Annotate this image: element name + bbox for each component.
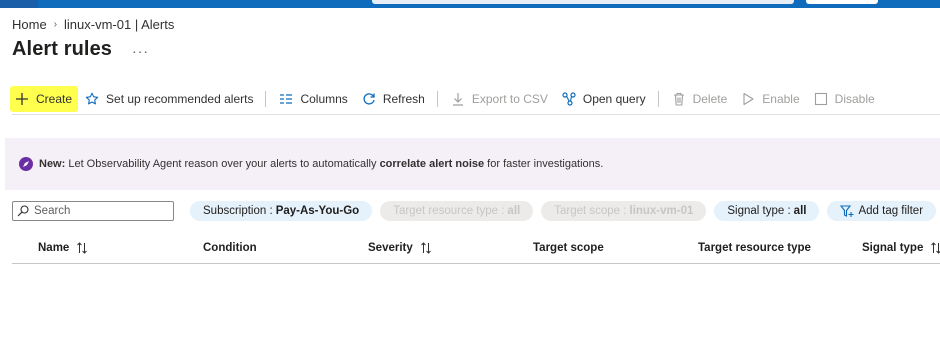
banner-text-1: Let Observability Agent reason over your… <box>65 158 380 170</box>
enable-button[interactable]: Enable <box>740 86 800 112</box>
resource-type-filter-label: Target resource type : <box>393 205 505 217</box>
search-placeholder: Search <box>34 205 71 217</box>
toolbar-divider <box>265 91 267 107</box>
resource-type-filter[interactable]: Target resource type : all <box>380 201 534 221</box>
open-query-button[interactable]: Open query <box>561 86 646 112</box>
create-label: Create <box>36 92 73 106</box>
open-query-label: Open query <box>582 92 646 106</box>
trash-icon <box>671 91 687 107</box>
column-header-label: Severity <box>368 242 413 254</box>
portal-search-bar[interactable] <box>372 0 794 4</box>
chevron-right-icon: › <box>53 19 58 30</box>
subscription-filter-value: Pay-As-You-Go <box>275 205 360 217</box>
search-input[interactable]: Search <box>12 201 174 221</box>
toolbar-divider <box>657 91 659 107</box>
toolbar-divider <box>436 91 438 107</box>
column-header-signal-type[interactable]: Signal type <box>862 242 940 254</box>
command-bar: Create Set up recommended alerts Columns… <box>10 86 875 112</box>
stop-icon <box>813 91 829 107</box>
more-options-icon[interactable]: ··· <box>132 43 149 59</box>
table-header: Name Condition Severity Target scope Tar… <box>12 238 940 262</box>
sort-icon[interactable] <box>420 242 432 254</box>
search-icon <box>17 205 29 217</box>
table-header-divider <box>12 263 940 264</box>
columns-label: Columns <box>300 92 348 106</box>
signal-type-filter-label: Signal type : <box>727 205 791 217</box>
column-header-label: Target resource type <box>698 242 811 254</box>
disable-label: Disable <box>834 92 875 106</box>
columns-button[interactable]: Columns <box>278 86 348 112</box>
column-header-name[interactable]: Name <box>38 242 88 254</box>
portal-top-button[interactable] <box>806 0 878 4</box>
refresh-button[interactable]: Refresh <box>361 86 425 112</box>
signal-type-filter[interactable]: Signal type : all <box>714 201 820 221</box>
banner-lead: New: <box>39 158 66 170</box>
delete-button[interactable]: Delete <box>671 86 728 112</box>
query-icon <box>561 91 577 107</box>
download-icon <box>450 91 466 107</box>
column-header-label: Condition <box>203 242 257 254</box>
banner-bold[interactable]: correlate alert noise <box>380 158 485 170</box>
info-banner: New: Let Observability Agent reason over… <box>5 138 940 190</box>
columns-icon <box>278 91 294 107</box>
add-tag-filter-button[interactable]: Add tag filter <box>827 201 937 221</box>
play-icon <box>740 91 756 107</box>
target-scope-filter-label: Target scope : <box>554 205 627 217</box>
recommended-alerts-button[interactable]: Set up recommended alerts <box>84 86 253 112</box>
title-row: Alert rules ··· <box>12 38 149 61</box>
filter-bar: Search Subscription : Pay-As-You-Go Targ… <box>12 200 940 222</box>
breadcrumb-home[interactable]: Home <box>12 17 47 32</box>
sort-icon[interactable] <box>76 242 88 254</box>
column-header-label: Name <box>38 242 70 254</box>
add-filter-icon <box>840 204 854 218</box>
column-header-target-resource-type[interactable]: Target resource type <box>698 242 811 254</box>
subscription-filter[interactable]: Subscription : Pay-As-You-Go <box>190 201 373 221</box>
column-header-target-scope[interactable]: Target scope <box>533 242 604 254</box>
sort-icon[interactable] <box>930 242 940 254</box>
enable-label: Enable <box>762 92 800 106</box>
column-header-label: Signal type <box>862 242 924 254</box>
refresh-icon <box>361 91 377 107</box>
toolbar-divider-line <box>12 114 940 115</box>
create-button[interactable]: Create <box>10 86 79 112</box>
portal-top-bar <box>0 0 940 8</box>
plus-icon <box>14 91 30 107</box>
page-title: Alert rules <box>12 38 113 60</box>
portal-menu-tab[interactable] <box>0 0 38 8</box>
signal-type-filter-value: all <box>793 205 807 217</box>
target-scope-filter-value: linux-vm-01 <box>629 205 694 217</box>
resource-type-filter-value: all <box>507 205 521 217</box>
target-scope-filter[interactable]: Target scope : linux-vm-01 <box>541 201 707 221</box>
subscription-filter-label: Subscription : <box>203 205 273 217</box>
export-csv-label: Export to CSV <box>471 92 548 106</box>
add-tag-filter-label: Add tag filter <box>858 205 924 217</box>
banner-text: New: Let Observability Agent reason over… <box>39 158 603 170</box>
breadcrumb-current[interactable]: linux-vm-01 | Alerts <box>64 17 174 32</box>
star-icon <box>84 91 100 107</box>
banner-text-2: for faster investigations. <box>484 158 604 170</box>
disable-button[interactable]: Disable <box>813 86 875 112</box>
breadcrumb: Home › linux-vm-01 | Alerts <box>12 17 174 32</box>
column-header-condition[interactable]: Condition <box>203 242 257 254</box>
refresh-label: Refresh <box>382 92 425 106</box>
column-header-severity[interactable]: Severity <box>368 242 432 254</box>
recommended-alerts-label: Set up recommended alerts <box>106 92 254 106</box>
delete-label: Delete <box>692 92 728 106</box>
agent-icon <box>19 157 33 171</box>
column-header-label: Target scope <box>533 242 604 254</box>
export-csv-button[interactable]: Export to CSV <box>450 86 548 112</box>
